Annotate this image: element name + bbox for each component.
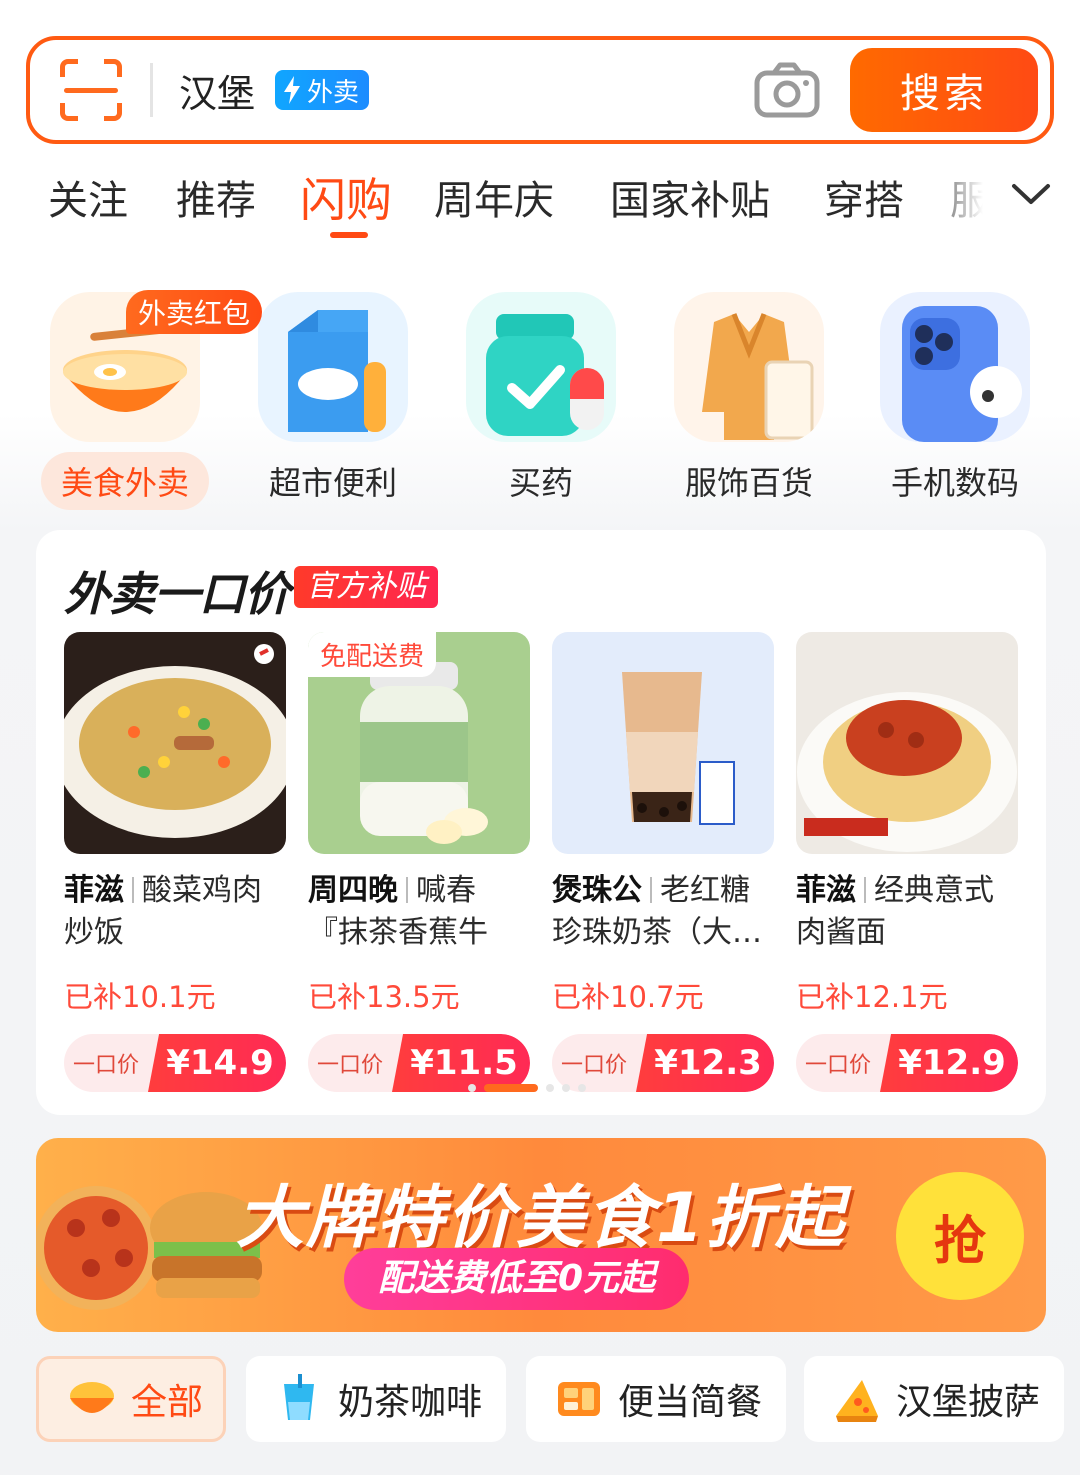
product-card[interactable]: 煲珠公 老红糖珍珠奶茶（大… 已补10.7元 一口价 ¥12.3 [552,632,774,1092]
filter-label: 全部 [131,1382,204,1423]
pager-dot [468,1084,476,1092]
subsidy-text: 已补12.1元 [796,980,948,1014]
delivery-chip-label: 外卖 [307,77,360,108]
pizza-slice-icon [836,1380,878,1422]
category-apparel[interactable]: 服饰百货 [664,292,834,512]
product-brand: 周四晚 [308,873,398,908]
category-label: 买药 [508,464,573,502]
scan-icon[interactable] [60,59,122,121]
grab-button[interactable]: 抢 [896,1172,1024,1300]
pizza-burger-image [36,1186,262,1310]
coat-icon [674,292,824,442]
camera-icon[interactable] [754,62,820,118]
filter-label: 便当简餐 [618,1382,763,1423]
pager-dot [546,1084,554,1092]
tab-flash-buy[interactable]: 闪购 [300,164,392,230]
filter-label: 奶茶咖啡 [338,1382,483,1423]
product-image [796,632,1018,854]
chevron-down-icon[interactable] [1010,178,1052,212]
search-divider [150,63,153,117]
tab-anniversary[interactable]: 周年庆 [434,168,554,226]
tab-bar: 关注 推荐 闪购 周年庆 国家补贴 穿搭 服 [0,168,1080,248]
price-value: ¥12.3 [636,1034,774,1092]
phone-earbuds-icon [880,292,1030,442]
product-card[interactable]: 菲滋 酸菜鸡肉炒饭 已补10.1元 一口价 ¥14.9 [64,632,286,1092]
tab-recommend[interactable]: 推荐 [176,168,256,226]
product-brand: 菲滋 [796,873,856,908]
pager-dot-active [484,1084,538,1092]
price-prefix: 一口价 [804,1053,871,1078]
brand-separator [132,877,134,903]
price-prefix: 一口价 [72,1053,139,1078]
category-label: 手机数码 [890,464,1019,502]
price-value: ¥14.9 [148,1034,286,1092]
price-value: ¥12.9 [880,1034,1018,1092]
tab-national-subsidy[interactable]: 国家补贴 [610,168,770,226]
category-supermarket[interactable]: 超市便利 [248,292,418,512]
bolt-icon [283,76,301,104]
price-prefix: 一口价 [316,1053,383,1078]
free-delivery-tag: 免配送费 [308,632,437,677]
brand-separator [864,877,866,903]
tab-follow[interactable]: 关注 [48,168,128,226]
brand-separator [650,877,652,903]
official-subsidy-tag: 官方补贴 [294,566,438,608]
product-image [64,632,286,854]
subsidy-text: 已补13.5元 [308,980,460,1014]
category-medicine[interactable]: 买药 [456,292,626,512]
deal-title: 外卖一口价 [64,567,290,621]
filter-bento[interactable]: 便当简餐 [526,1356,786,1442]
carousel-pager [468,1084,586,1092]
pager-dot [562,1084,570,1092]
rice-bowl-icon [70,1382,114,1413]
filter-all[interactable]: 全部 [36,1356,226,1442]
pager-dot [578,1084,586,1092]
bento-icon [558,1382,600,1416]
product-image: 免配送费 [308,632,530,854]
filter-label: 汉堡披萨 [896,1382,1041,1423]
search-button[interactable]: 搜索 [850,48,1038,132]
delivery-chip[interactable]: 外卖 [275,70,370,110]
filter-burger-pizza[interactable]: 汉堡披萨 [804,1356,1064,1442]
price-pill[interactable]: 一口价 ¥12.9 [796,1034,1018,1092]
milk-tea-icon [284,1374,314,1420]
filter-milk-tea-coffee[interactable]: 奶茶咖啡 [246,1356,506,1442]
category-label: 美食外卖 [40,452,209,510]
price-pill[interactable]: 一口价 ¥14.9 [64,1034,286,1092]
category-label: 服饰百货 [684,464,813,502]
subsidy-text: 已补10.1元 [64,980,216,1014]
search-bar[interactable]: 汉堡 外卖 搜索 [26,36,1054,144]
product-image [552,632,774,854]
product-brand: 煲珠公 [552,873,642,908]
promo-banner[interactable]: 大牌特价美食1折起 配送费低至0元起 抢 [36,1138,1046,1332]
red-packet-badge: 外卖红包 [126,290,263,334]
search-input[interactable]: 汉堡 [179,63,255,118]
active-tab-indicator [330,232,368,238]
tab-fade [920,160,1010,240]
category-label: 超市便利 [268,464,397,502]
product-brand: 菲滋 [64,873,124,908]
subsidy-text: 已补10.7元 [552,980,704,1014]
medicine-jar-icon [466,292,616,442]
deal-card: 外卖一口价 官方补贴 菲滋 酸菜鸡肉炒饭 已补10.1元 一口价 ¥14.9 免… [36,530,1046,1115]
banner-subtitle: 配送费低至0元起 [344,1248,690,1310]
category-electronics[interactable]: 手机数码 [870,292,1040,512]
banner-title: 大牌特价美食1折起 [236,1179,846,1258]
brand-separator [406,877,408,903]
product-card[interactable]: 菲滋 经典意式肉酱面 已补12.1元 一口价 ¥12.9 [796,632,1018,1092]
tab-outfit[interactable]: 穿搭 [824,168,904,226]
product-card[interactable]: 免配送费 周四晚喊春『抹茶香蕉牛乳… 已补13.5元 一口价 ¥11.5 [308,632,530,1092]
milk-carton-icon [258,292,408,442]
